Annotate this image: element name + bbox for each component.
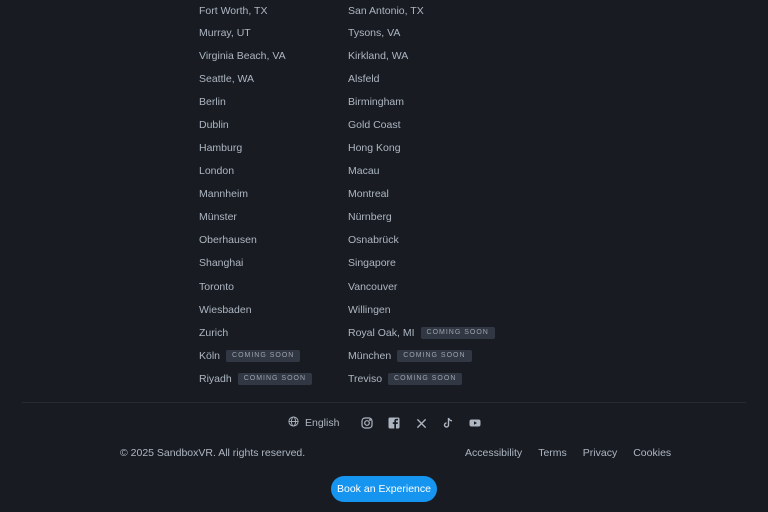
location-link[interactable]: Hamburg [199,136,312,159]
location-name: Singapore [348,257,396,270]
location-name: Berlin [199,95,226,108]
location-link[interactable]: Seattle, WA [199,67,312,90]
location-link[interactable]: Münster [199,206,312,229]
location-link[interactable]: Toronto [199,275,312,298]
locations-column-left: Fort Worth, TX Murray, UT Virginia Beach, … [199,0,313,391]
location-name: Toronto [199,280,235,293]
location-name: Wiesbaden [199,303,252,316]
book-experience-button[interactable]: Book an Experience [331,476,437,502]
legal-links: Accessibility Terms Privacy Cookies [465,447,671,459]
location-link[interactable]: Birmingham [348,90,495,113]
location-link[interactable]: Oberhausen [199,229,312,252]
location-name: Osnabrück [348,234,399,247]
location-link[interactable]: Royal Oak, MI COMING SOON [348,321,495,344]
location-link[interactable]: Kirkland, WA [348,44,495,67]
location-link[interactable]: Montreal [348,183,495,206]
location-name: Gold Coast [348,118,401,131]
location-name: Köln [199,349,221,362]
terms-link[interactable]: Terms [538,447,567,459]
location-name: München [348,349,392,362]
location-link[interactable]: Riyadh COMING SOON [199,367,313,390]
location-link[interactable]: Dublin [199,113,312,136]
location-name: Montreal [348,188,389,201]
tiktok-icon[interactable] [441,416,455,430]
location-link[interactable]: Nürnberg [348,206,495,229]
location-link[interactable]: Shanghai [199,252,312,275]
location-link[interactable]: Köln COMING SOON [199,344,312,367]
location-link[interactable]: Vancouver [348,275,495,298]
location-link[interactable]: London [199,160,312,183]
location-link[interactable]: Tysons, VA [348,21,495,44]
coming-soon-badge: COMING SOON [397,349,472,362]
accessibility-link[interactable]: Accessibility [465,447,522,459]
location-name: London [199,165,235,178]
location-name: Kirkland, WA [348,49,409,62]
location-name: Hong Kong [348,142,401,155]
location-name: Royal Oak, MI [348,326,415,339]
location-name: Virginia Beach, VA [199,49,286,62]
location-name: Birmingham [348,95,405,108]
location-link[interactable]: Virginia Beach, VA [199,44,312,67]
location-link[interactable]: Zurich [199,321,312,344]
location-link[interactable]: München COMING SOON [348,344,495,367]
location-name: Vancouver [348,280,398,293]
location-link[interactable]: Wiesbaden [199,298,312,321]
location-name: Zurich [199,326,229,339]
instagram-icon[interactable] [360,416,374,430]
social-links [360,416,482,430]
location-link[interactable]: Mannheim [199,183,312,206]
location-link[interactable]: Berlin [199,90,312,113]
location-link[interactable]: Gold Coast [348,113,495,136]
location-name: Riyadh [199,372,232,385]
location-link[interactable]: Singapore [348,252,495,275]
location-name: Seattle, WA [199,72,255,85]
location-name: Mannheim [199,188,249,201]
location-link[interactable]: Murray, UT [199,21,312,44]
location-name: Nürnberg [348,211,392,224]
locations-column-right: San Antonio, TX Tysons, VA Kirkland, WA Als… [348,0,495,391]
location-name: Willingen [348,303,391,316]
location-link[interactable]: Macau [348,160,495,183]
location-link[interactable]: San Antonio, TX [348,0,495,21]
location-name: Oberhausen [199,234,257,247]
location-name: Alsfeld [348,72,380,85]
location-link[interactable]: Willingen [348,298,495,321]
location-name: Hamburg [199,142,243,155]
location-link[interactable]: Alsfeld [348,67,495,90]
language-label: English [305,417,340,429]
copyright-text: © 2025 SandboxVR. All rights reserved. [120,447,306,459]
youtube-icon[interactable] [468,416,482,430]
language-selector[interactable]: English [288,416,339,430]
cookies-link[interactable]: Cookies [633,447,671,459]
location-link[interactable]: Osnabrück [348,229,495,252]
location-name: Fort Worth, TX [199,4,268,17]
location-name: Münster [199,211,237,224]
coming-soon-badge: COMING SOON [388,372,463,385]
location-link[interactable]: Treviso COMING SOON [348,367,495,390]
location-name: Murray, UT [199,26,251,39]
globe-icon [288,416,299,430]
location-link[interactable]: Hong Kong [348,136,495,159]
location-name: Shanghai [199,257,244,270]
x-icon[interactable] [414,416,428,430]
location-link[interactable]: Fort Worth, TX [199,0,312,21]
coming-soon-badge: COMING SOON [237,372,313,385]
location-name: San Antonio, TX [348,4,424,17]
facebook-icon[interactable] [387,416,401,430]
location-name: Dublin [199,118,229,131]
location-name: Macau [348,165,380,178]
location-name: Treviso [348,372,383,385]
coming-soon-badge: COMING SOON [420,326,495,339]
footer-divider [22,402,746,403]
location-name: Tysons, VA [348,26,401,39]
coming-soon-badge: COMING SOON [226,349,301,362]
privacy-link[interactable]: Privacy [583,447,617,459]
